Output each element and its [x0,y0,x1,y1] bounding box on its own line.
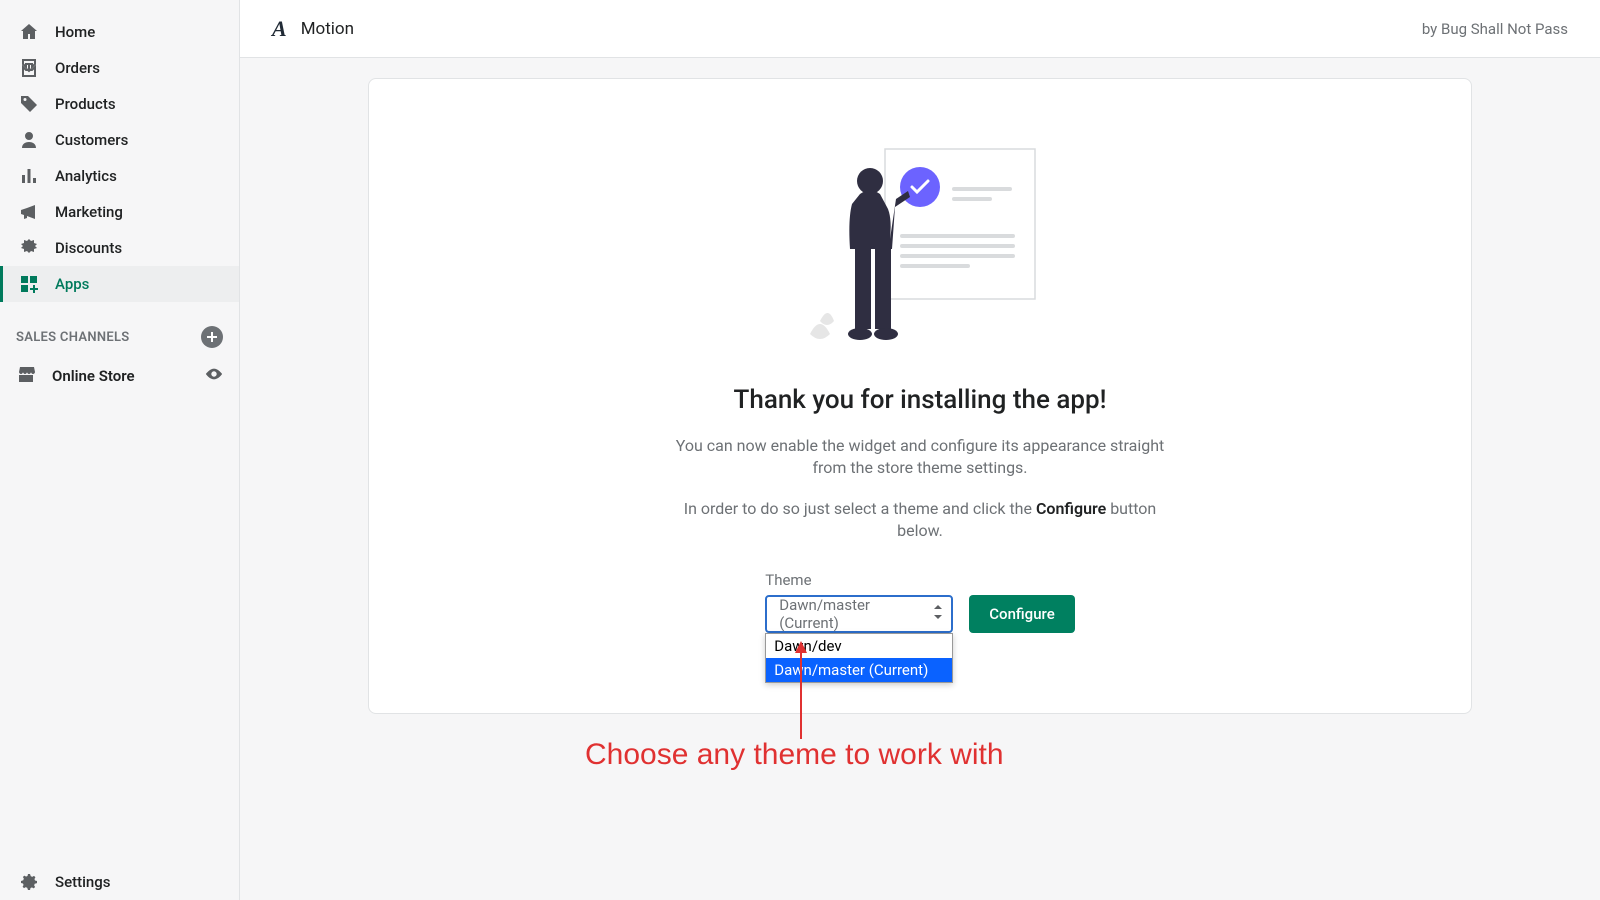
app-byline: by Bug Shall Not Pass [1422,20,1568,38]
app-title: Motion [301,19,354,39]
sales-channels-header: SALES CHANNELS [0,302,239,356]
gear-icon [19,872,39,892]
discount-icon [19,238,39,258]
megaphone-icon [19,202,39,222]
sidebar-item-settings[interactable]: Settings [0,864,240,900]
onboarding-card: Thank you for installing the app! You ca… [368,78,1472,714]
theme-selected-value: Dawn/master (Current) [779,596,923,632]
add-channel-button[interactable] [201,326,223,348]
orders-icon [19,58,39,78]
channel-label: Online Store [52,367,135,385]
desc2-bold: Configure [1036,499,1106,518]
sidebar-item-label: Settings [55,873,111,891]
theme-select[interactable]: Dawn/master (Current) [765,595,953,633]
view-channel-icon[interactable] [205,365,223,387]
sidebar-item-products[interactable]: Products [0,86,239,122]
annotation-arrow [791,641,811,741]
desc2-prefix: In order to do so just select a theme an… [684,499,1036,518]
card-description-2: In order to do so just select a theme an… [660,498,1180,543]
sidebar-item-orders[interactable]: Orders [0,50,239,86]
store-icon [16,364,36,388]
section-label: SALES CHANNELS [16,330,130,345]
sidebar-item-discounts[interactable]: Discounts [0,230,239,266]
analytics-icon [19,166,39,186]
sidebar-item-marketing[interactable]: Marketing [0,194,239,230]
sidebar: Home Orders Products Customers Analytics… [0,0,240,900]
apps-icon [19,274,39,294]
person-icon [19,130,39,150]
sidebar-item-label: Marketing [55,203,123,221]
sidebar-item-label: Discounts [55,239,122,257]
theme-field: Theme Dawn/master (Current) Dawn/dev Daw… [765,571,953,633]
sidebar-item-label: Products [55,95,116,113]
sidebar-item-label: Analytics [55,167,117,185]
sidebar-item-label: Home [55,23,95,41]
sidebar-item-label: Orders [55,59,100,77]
form-row: Theme Dawn/master (Current) Dawn/dev Daw… [409,571,1431,633]
sidebar-item-home[interactable]: Home [0,14,239,50]
sidebar-item-apps[interactable]: Apps [0,266,239,302]
theme-select-wrap: Dawn/master (Current) Dawn/dev Dawn/mast… [765,595,953,633]
topbar: A Motion by Bug Shall Not Pass [240,0,1600,58]
home-icon [19,22,39,42]
channel-online-store[interactable]: Online Store [0,356,239,396]
sidebar-settings: Settings [0,864,240,900]
tag-icon [19,94,39,114]
theme-label: Theme [765,571,953,589]
app-logo: A [272,16,287,42]
select-caret-icon [933,605,943,623]
annotation-text: Choose any theme to work with [585,738,1004,772]
illustration [409,139,1431,349]
card-description-1: You can now enable the widget and config… [660,435,1180,480]
configure-button[interactable]: Configure [969,595,1074,633]
sidebar-item-label: Customers [55,131,128,149]
card-heading: Thank you for installing the app! [409,385,1431,415]
sidebar-item-analytics[interactable]: Analytics [0,158,239,194]
sidebar-item-customers[interactable]: Customers [0,122,239,158]
sidebar-item-label: Apps [55,275,89,293]
